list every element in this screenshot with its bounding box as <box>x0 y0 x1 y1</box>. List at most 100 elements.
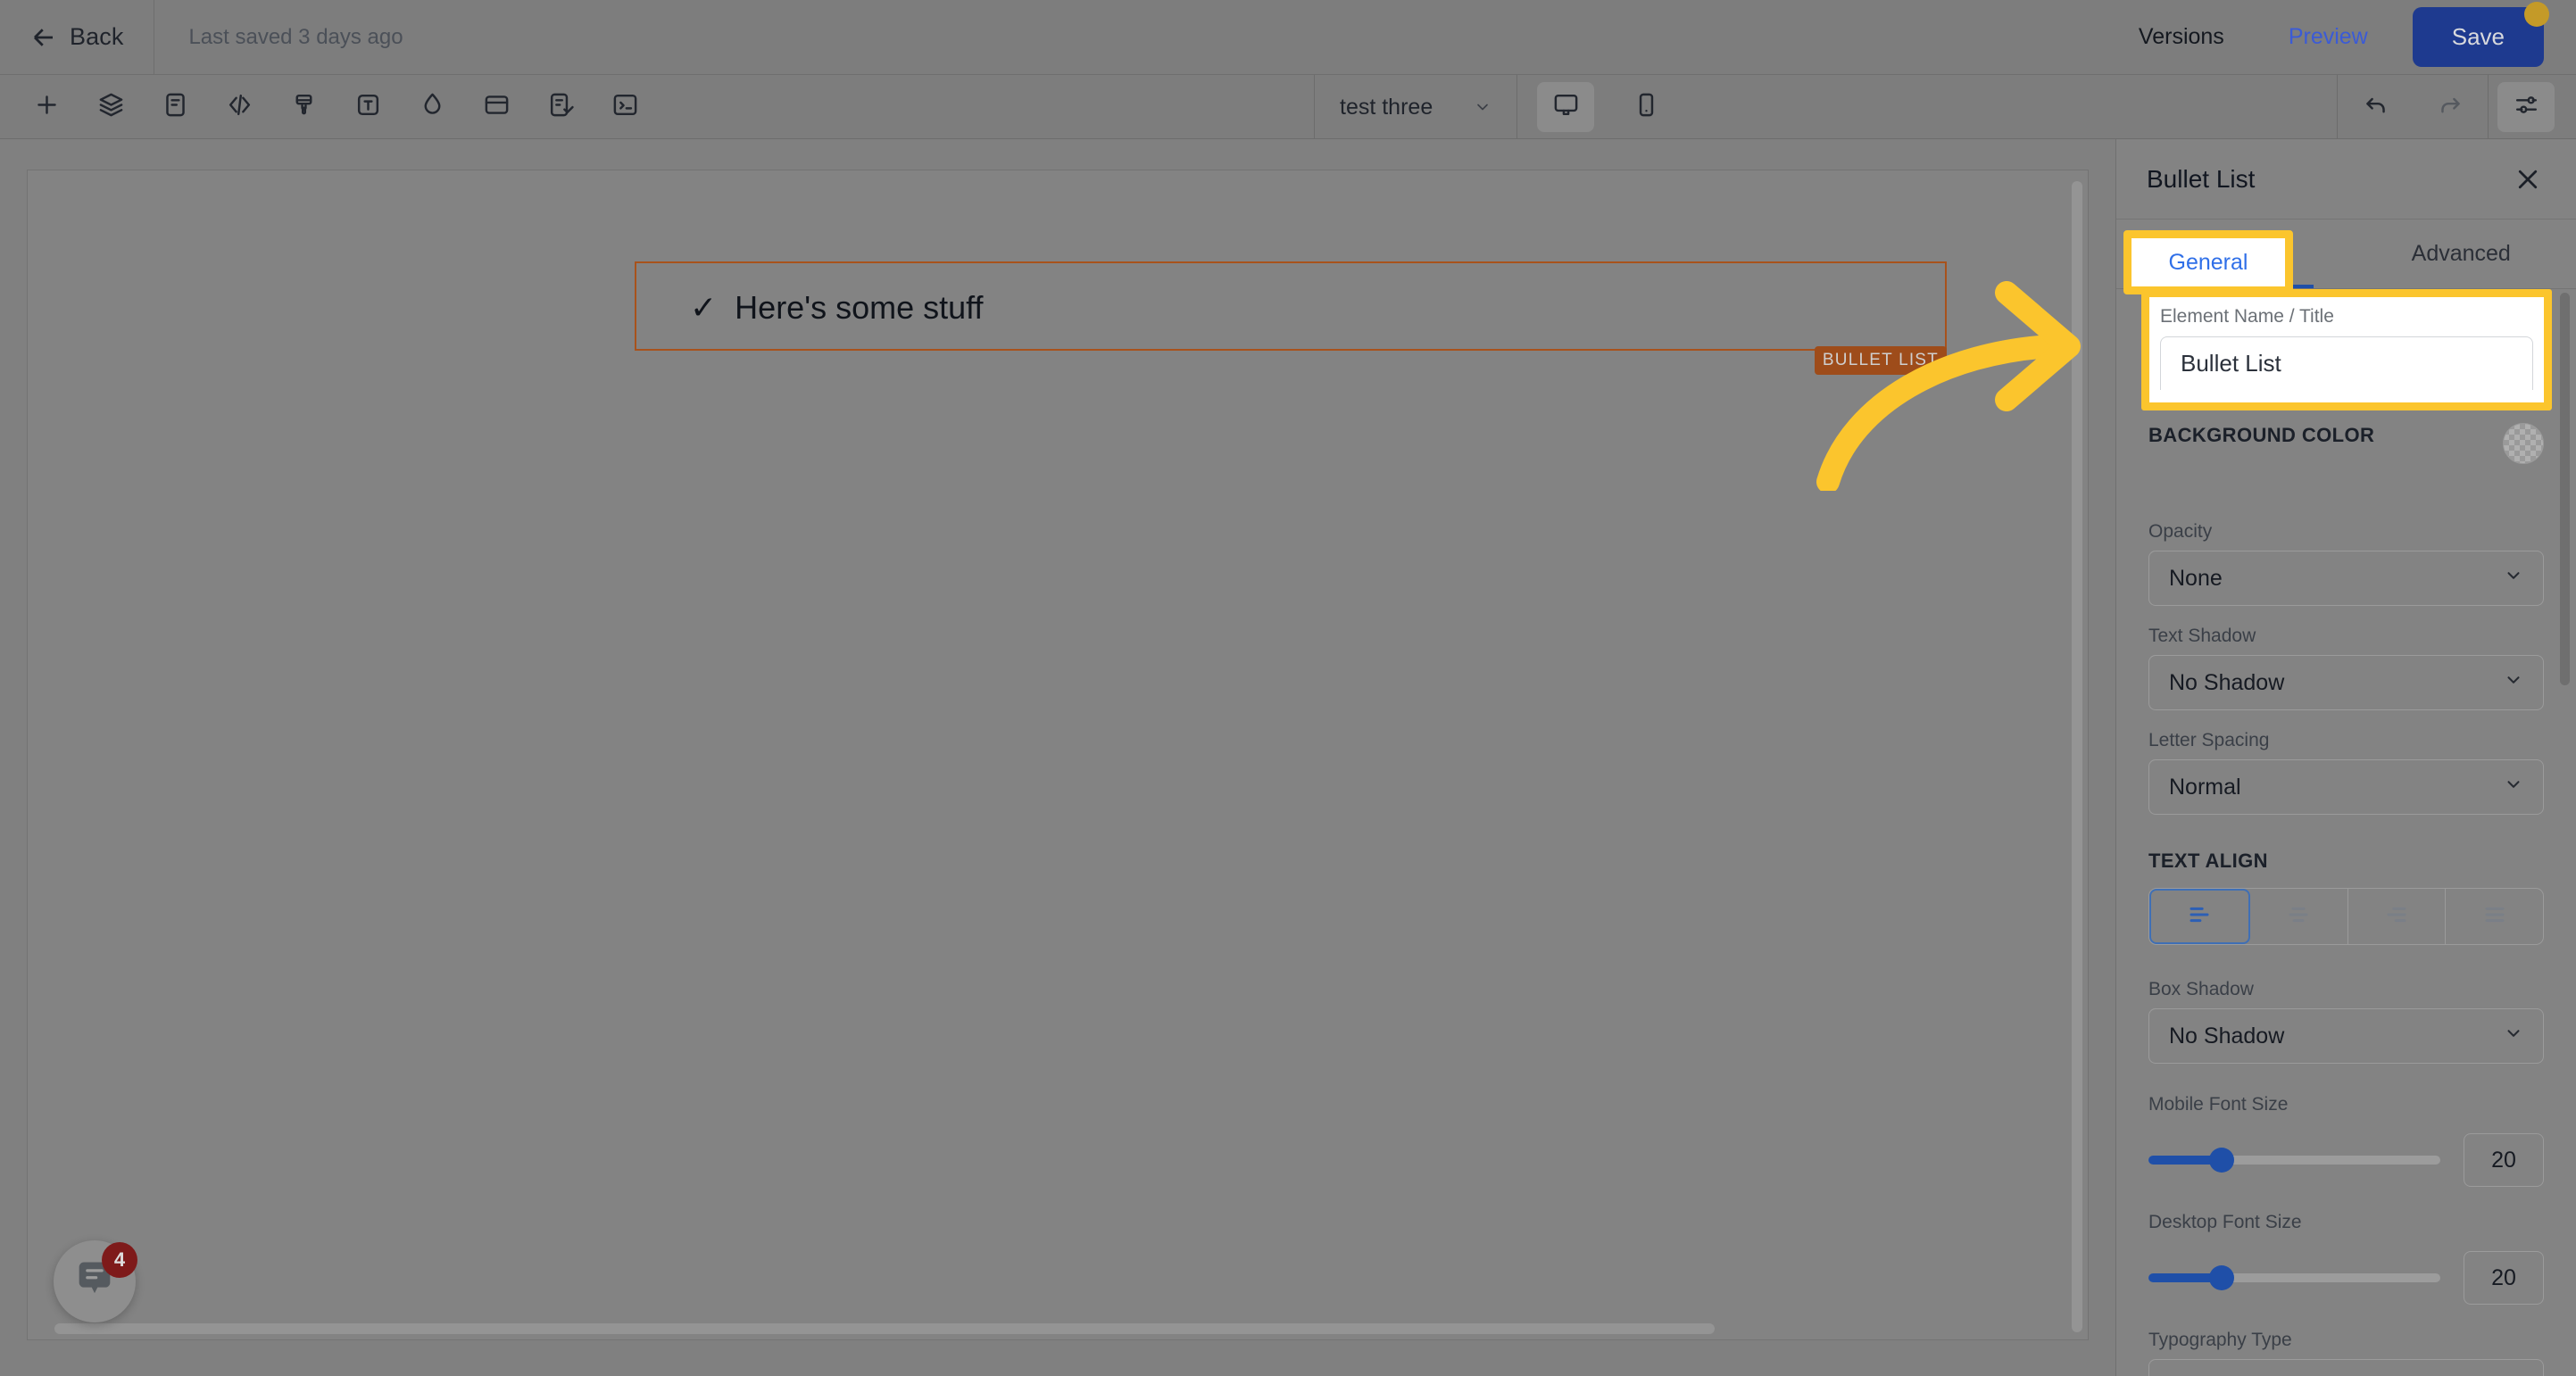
chat-widget-button[interactable]: 4 <box>54 1240 137 1322</box>
text-shadow-value: No Shadow <box>2169 669 2285 695</box>
undo-button[interactable] <box>2347 82 2404 132</box>
chevron-down-icon <box>1474 98 1492 116</box>
field-letter-spacing: Letter Spacing Normal <box>2148 730 2544 815</box>
mobile-font-size-label: Mobile Font Size <box>2148 1094 2289 1115</box>
tab-general-highlight[interactable]: General <box>2123 230 2293 294</box>
mobile-font-size-thumb[interactable] <box>2208 1148 2234 1173</box>
layout-icon-button[interactable] <box>468 82 525 132</box>
desktop-font-size-thumb[interactable] <box>2208 1265 2234 1291</box>
desktop-font-size-slider[interactable] <box>2148 1265 2440 1291</box>
code-icon-button[interactable] <box>211 82 268 132</box>
save-button-wrap: Save <box>2412 2 2549 67</box>
text-shadow-select[interactable]: No Shadow <box>2148 655 2544 710</box>
document-icon-button[interactable] <box>146 82 204 132</box>
layers-icon-button[interactable] <box>82 82 139 132</box>
element-type-badge: BULLET LIST <box>1814 346 1947 375</box>
header-actions: Versions Preview Save <box>2107 2 2576 67</box>
redo-icon <box>2437 91 2464 123</box>
save-unsaved-badge <box>2524 2 2549 27</box>
desktop-font-size-value[interactable]: 20 <box>2464 1251 2544 1306</box>
terminal-icon <box>611 91 639 123</box>
back-button[interactable]: Back <box>30 0 123 75</box>
opacity-select[interactable]: None <box>2148 551 2544 606</box>
field-box-shadow: Box Shadow No Shadow <box>2148 979 2544 1065</box>
letter-spacing-value: Normal <box>2169 774 2241 800</box>
align-right-button[interactable] <box>2348 889 2447 945</box>
page-select[interactable]: test three <box>1315 75 1517 139</box>
editor-toolbar: test three <box>0 75 2576 139</box>
opacity-value: None <box>2169 565 2223 591</box>
field-desktop-font-size: Desktop Font Size 20 <box>2148 1212 2544 1306</box>
toolbar-separator-4 <box>2488 75 2489 139</box>
element-name-label: Element Name / Title <box>2160 306 2334 327</box>
canvas-page[interactable]: ✓ Here's some stuff BULLET LIST <box>27 170 2089 1340</box>
paintbrush-icon-button[interactable] <box>275 82 332 132</box>
settings-panel-button[interactable] <box>2497 82 2555 132</box>
align-justify-button[interactable] <box>2446 889 2543 944</box>
align-justify-icon <box>2482 902 2507 932</box>
terminal-icon-button[interactable] <box>596 82 653 132</box>
mobile-font-size-value[interactable]: 20 <box>2464 1133 2544 1188</box>
sliders-icon <box>2513 91 2540 123</box>
letter-spacing-select[interactable]: Normal <box>2148 759 2544 815</box>
field-mobile-font-size: Mobile Font Size 20 <box>2148 1094 2544 1188</box>
align-left-button[interactable] <box>2149 889 2250 945</box>
tab-advanced[interactable]: Advanced <box>2347 220 2576 288</box>
top-header: Back Last saved 3 days ago Versions Prev… <box>0 0 2576 75</box>
redo-button[interactable] <box>2422 82 2479 132</box>
toolbar-right-group <box>2337 75 2576 139</box>
selected-element-bullet-list[interactable]: ✓ Here's some stuff BULLET LIST <box>635 261 1947 375</box>
background-color-label: BACKGROUND COLOR <box>2148 424 2375 446</box>
undo-icon <box>2362 91 2389 123</box>
desktop-icon <box>1552 91 1580 123</box>
layers-icon <box>97 91 125 123</box>
paintbrush-icon <box>290 91 318 123</box>
align-left-icon <box>2187 902 2212 932</box>
letter-spacing-label: Letter Spacing <box>2148 730 2270 750</box>
canvas-horizontal-scrollbar[interactable] <box>54 1323 1715 1334</box>
chevron-down-icon <box>2504 670 2523 696</box>
form-icon-button[interactable] <box>532 82 589 132</box>
text-icon-button[interactable] <box>339 82 396 132</box>
box-shadow-value: No Shadow <box>2169 1023 2285 1049</box>
text-align-label: TEXT ALIGN <box>2148 850 2268 872</box>
panel-tabs: General Advanced General <box>2116 220 2576 294</box>
code-icon <box>226 91 253 123</box>
element-name-highlight: Element Name / Title Bullet List <box>2141 289 2552 410</box>
chevron-down-icon <box>2504 1024 2523 1049</box>
panel-header: Bullet List <box>2116 139 2576 220</box>
back-label: Back <box>70 23 124 50</box>
desktop-view-button[interactable] <box>1537 82 1595 132</box>
canvas-vertical-scrollbar[interactable] <box>2072 181 2082 1332</box>
panel-scrollbar[interactable] <box>2560 293 2570 685</box>
field-typography-type: Typography Type Headline Font <box>2148 1330 2544 1376</box>
background-color-swatch[interactable] <box>2503 423 2544 464</box>
close-icon[interactable] <box>2510 162 2546 197</box>
element-text: Here's some stuff <box>735 289 984 326</box>
element-name-input[interactable]: Bullet List <box>2160 336 2533 390</box>
field-text-align: TEXT ALIGN <box>2148 849 2544 946</box>
typography-type-label: Typography Type <box>2148 1330 2292 1351</box>
text-align-group <box>2148 888 2544 946</box>
form-icon <box>547 91 575 123</box>
versions-button[interactable]: Versions <box>2107 24 2256 50</box>
align-center-button[interactable] <box>2250 889 2348 945</box>
typography-type-select[interactable]: Headline Font <box>2148 1359 2544 1376</box>
plus-icon-button[interactable] <box>18 82 75 132</box>
droplet-icon-button[interactable] <box>403 82 461 132</box>
mobile-font-size-row: 20 <box>2148 1133 2544 1188</box>
toolbar-separator-3 <box>2337 75 2338 139</box>
mobile-font-size-slider[interactable] <box>2148 1148 2440 1173</box>
panel-fields: BACKGROUND COLOR Opacity None Text Shado… <box>2116 289 2576 1376</box>
canvas-area: ✓ Here's some stuff BULLET LIST 4 <box>0 139 2115 1376</box>
preview-button[interactable]: Preview <box>2256 24 2400 50</box>
page-select-value: test three <box>1340 94 1433 120</box>
field-text-shadow: Text Shadow No Shadow <box>2148 626 2544 710</box>
box-shadow-select[interactable]: No Shadow <box>2148 1008 2544 1065</box>
last-saved-text: Last saved 3 days ago <box>188 24 403 49</box>
text-shadow-label: Text Shadow <box>2148 626 2256 646</box>
properties-panel: Bullet List General Advanced General Ele… <box>2115 139 2576 1376</box>
mobile-icon <box>1633 91 1660 123</box>
mobile-view-button[interactable] <box>1617 82 1674 132</box>
chat-unread-badge: 4 <box>102 1242 137 1278</box>
